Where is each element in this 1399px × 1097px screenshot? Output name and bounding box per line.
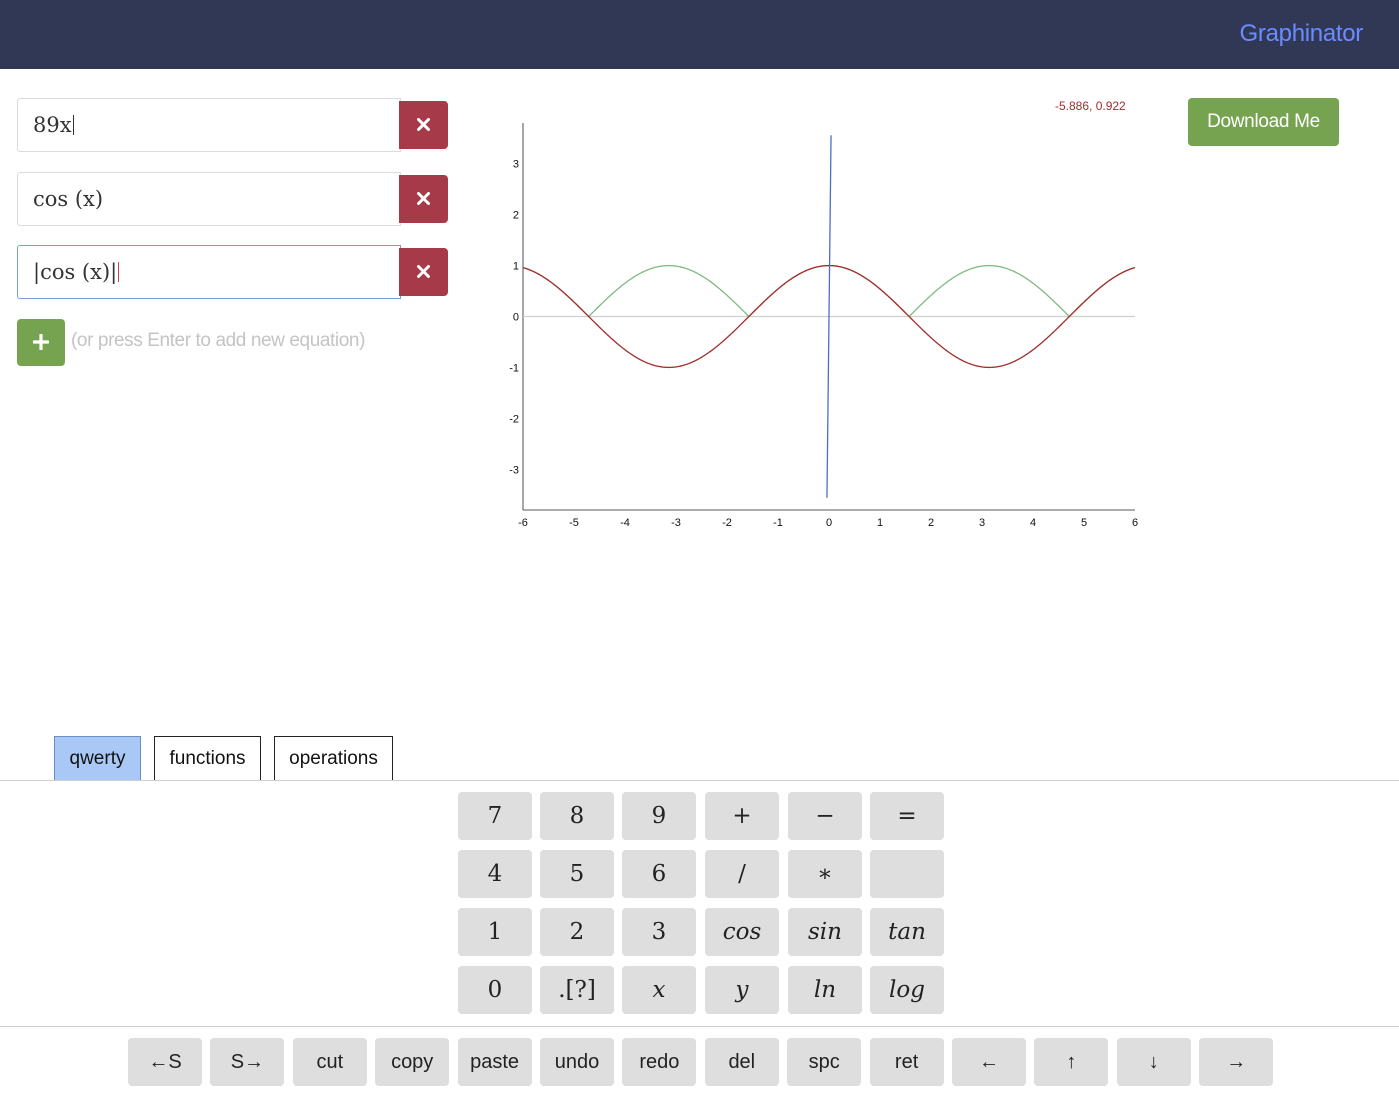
key[interactable]: 1 [458,908,532,956]
x-tick-label: 5 [1081,517,1087,529]
equation-row: cos (x) [17,172,448,226]
delete-equation-button[interactable] [399,101,448,149]
action-key[interactable]: ↓ [1116,1038,1191,1086]
equation-text: |cos (x)| [33,260,118,284]
equation-text: 89x [33,113,72,137]
action-key[interactable]: spc [787,1038,862,1086]
key[interactable]: .[?] [540,966,614,1014]
action-key[interactable]: ←S [128,1038,202,1086]
y-tick-label: -1 [509,362,519,374]
key[interactable]: 0 [458,966,532,1014]
key[interactable]: 2 [540,908,614,956]
key[interactable]: tan [870,908,944,956]
graph-canvas[interactable]: -6 -5 -4 -3 -2 -1 0 1 2 3 4 5 6 3 2 1 0 -1 -2 -3 [490,90,1160,540]
x-tick-label: -2 [722,517,732,529]
x-tick-label: 4 [1030,517,1036,529]
keyboard-divider [0,780,1399,781]
key[interactable]: = [870,792,944,840]
text-caret [72,115,74,135]
tab-qwerty[interactable]: qwerty [54,736,141,780]
action-key[interactable]: redo [622,1038,697,1086]
y-tick-label: 3 [513,159,519,171]
y-tick-label: 1 [513,261,519,273]
equation-input[interactable]: cos (x) [17,172,401,226]
action-key[interactable]: ret [869,1038,944,1086]
close-icon [417,192,430,205]
x-tick-label: 2 [928,517,934,529]
action-key[interactable]: paste [457,1038,532,1086]
key[interactable]: 6 [622,850,696,898]
key[interactable]: + [705,792,779,840]
action-key[interactable]: ↑ [1034,1038,1109,1086]
x-tick-label: 0 [826,517,832,529]
key[interactable]: x [622,966,696,1014]
action-key[interactable]: → [1199,1038,1274,1086]
equation-row: 89x [17,98,448,152]
close-icon [417,118,430,131]
equation-text: cos (x) [33,187,104,211]
action-key[interactable]: S→ [210,1038,285,1086]
text-caret [118,262,120,282]
download-button[interactable]: Download Me [1188,98,1339,146]
key[interactable]: sin [788,908,862,956]
x-tick-label: -1 [773,517,783,529]
key-label: .[?] [558,977,596,1003]
key-blank[interactable] [870,850,944,898]
x-tick-label: 6 [1132,517,1138,529]
key[interactable]: y [705,966,779,1014]
action-key[interactable]: ← [952,1038,1026,1086]
key[interactable]: 4 [458,850,532,898]
close-icon [417,265,430,278]
keyboard-divider [0,1026,1399,1027]
x-tick-label: -5 [569,517,579,529]
y-tick-label: 2 [513,210,519,222]
tab-operations[interactable]: operations [274,736,393,780]
x-tick-label: -4 [620,517,630,529]
y-tick-label: -2 [509,413,519,425]
action-key[interactable]: copy [375,1038,450,1086]
key[interactable]: ∗ [788,850,862,898]
equation-row: |cos (x)| [17,245,448,299]
key[interactable]: log [870,966,944,1014]
action-key[interactable]: cut [292,1038,367,1086]
key[interactable]: − [788,792,862,840]
plus-icon [33,334,49,350]
action-key[interactable]: del [704,1038,779,1086]
key[interactable]: 7 [458,792,532,840]
x-tick-label: -3 [671,517,681,529]
x-tick-label: -6 [518,517,528,529]
key[interactable]: 8 [540,792,614,840]
key[interactable]: / [705,850,779,898]
add-equation-hint: (or press Enter to add new equation) [71,330,365,351]
equation-input[interactable]: 89x [17,98,401,152]
tab-functions[interactable]: functions [154,736,261,780]
y-tick-label: 0 [513,312,519,324]
delete-equation-button[interactable] [399,248,448,296]
key[interactable]: 5 [540,850,614,898]
action-key[interactable]: undo [540,1038,614,1086]
top-navbar: Graphinator [0,0,1399,69]
key[interactable]: 3 [622,908,696,956]
app-brand[interactable]: Graphinator [1240,20,1364,48]
key[interactable]: ln [788,966,862,1014]
x-tick-label: 1 [877,517,883,529]
delete-equation-button[interactable] [399,175,448,223]
key[interactable]: 9 [622,792,696,840]
key[interactable]: cos [705,908,779,956]
add-equation-button[interactable] [17,319,65,366]
equation-input[interactable]: |cos (x)| [17,245,401,299]
x-tick-label: 3 [979,517,985,529]
y-tick-label: -3 [509,464,519,476]
